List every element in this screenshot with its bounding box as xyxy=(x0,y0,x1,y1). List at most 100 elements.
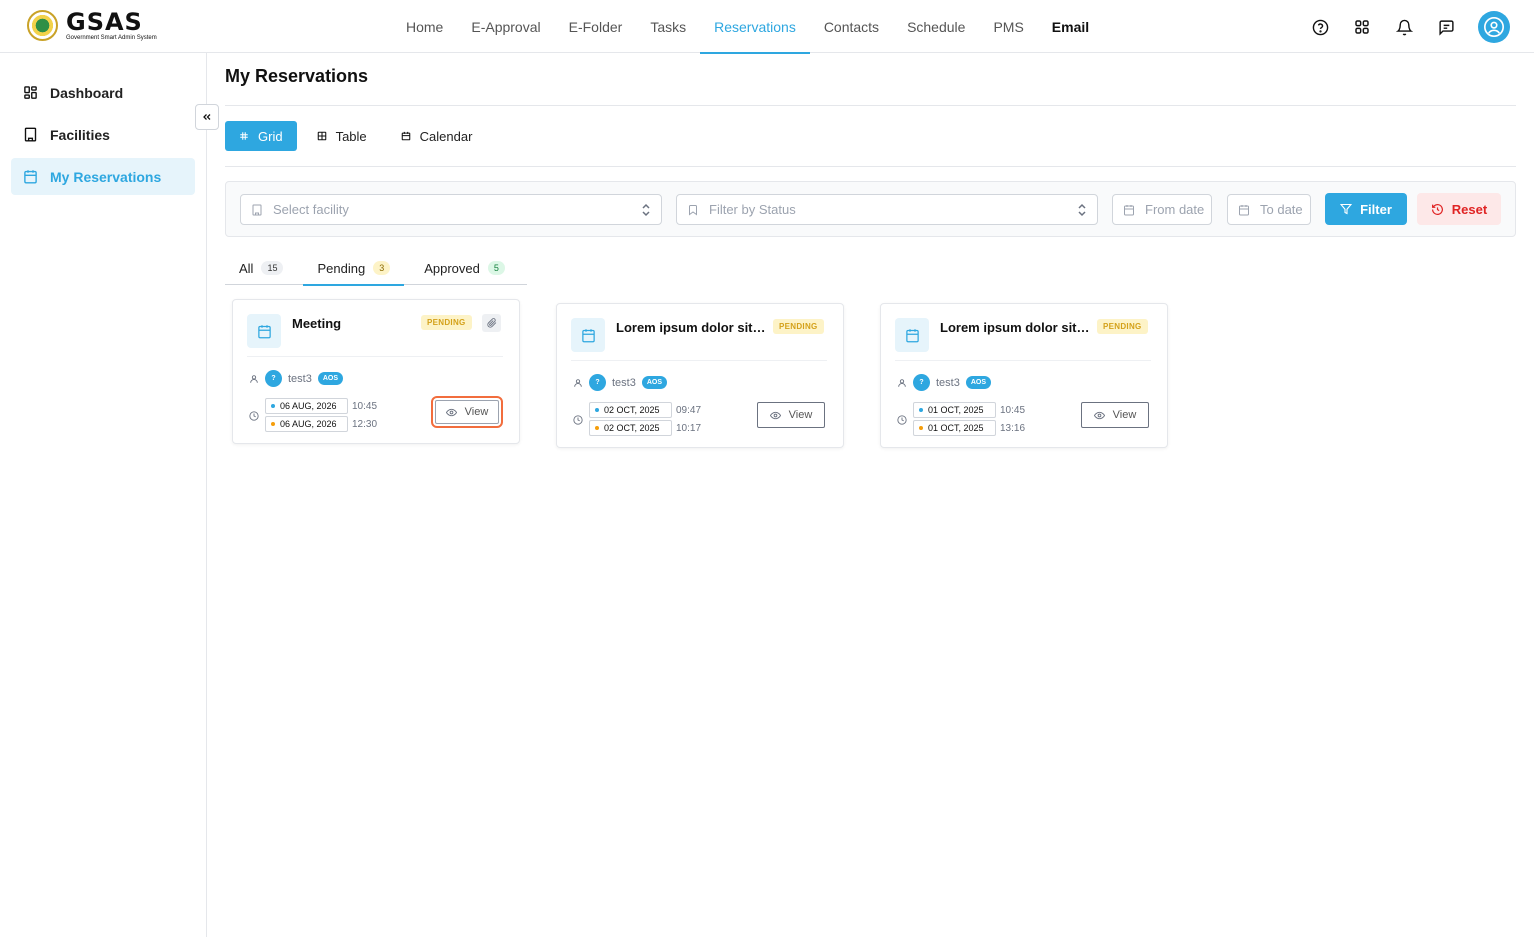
view-button[interactable]: View xyxy=(1081,402,1149,428)
tab-approved-label: Approved xyxy=(424,260,480,276)
calendar-icon xyxy=(24,170,37,184)
from-date-placeholder: From date xyxy=(1145,202,1205,217)
view-button[interactable]: View xyxy=(757,402,825,428)
calendar-icon xyxy=(247,314,281,348)
view-button-label: View xyxy=(1112,409,1137,421)
time-range: 02 OCT, 2025 09:47 02 OCT, 2025 10:17 xyxy=(573,402,701,438)
from-date-input[interactable]: From date xyxy=(1112,194,1212,225)
calendar-small-icon xyxy=(401,131,410,141)
eye-icon xyxy=(445,408,457,416)
status-tabs: All 15 Pending 3 Approved 5 xyxy=(225,251,527,286)
clock-icon xyxy=(573,415,583,425)
tab-all[interactable]: All 15 xyxy=(225,251,297,285)
calendar-icon xyxy=(1239,204,1249,215)
status-select-placeholder: Filter by Status xyxy=(709,202,796,217)
nav-tasks[interactable]: Tasks xyxy=(636,0,700,53)
status-badge: PENDING xyxy=(421,315,472,330)
count-badge: 5 xyxy=(487,261,505,275)
bookmark-icon xyxy=(689,204,697,215)
reset-icon xyxy=(1431,203,1443,215)
tab-pending-label: Pending xyxy=(317,260,366,276)
attachment-icon[interactable] xyxy=(482,314,501,332)
tab-approved[interactable]: Approved 5 xyxy=(410,251,519,285)
tab-grid-label: Grid xyxy=(258,128,283,144)
sidebar-item-dashboard[interactable]: Dashboard xyxy=(11,74,195,111)
eye-icon xyxy=(769,411,781,419)
sidebar-item-facilities[interactable]: Facilities xyxy=(11,116,195,153)
grid-icon xyxy=(240,132,248,140)
avatar: ? xyxy=(265,370,282,387)
reservation-card: Lorem ipsum dolor sit ... PENDING ? test… xyxy=(556,303,844,448)
to-date-input[interactable]: To date xyxy=(1227,194,1311,225)
table-icon xyxy=(317,131,326,141)
nav-email[interactable]: Email xyxy=(1038,0,1103,53)
reset-button[interactable]: Reset xyxy=(1417,193,1501,225)
end-date: 02 OCT, 2025 xyxy=(589,420,672,436)
user-icon xyxy=(574,378,582,387)
nav-e-approval[interactable]: E-Approval xyxy=(457,0,554,53)
view-button[interactable]: View xyxy=(431,396,503,428)
end-time: 10:17 xyxy=(676,422,702,434)
funnel-icon xyxy=(1340,203,1353,215)
facility-select[interactable]: Select facility xyxy=(240,194,662,225)
reservation-title: Lorem ipsum dolor sit ... xyxy=(940,320,1090,335)
chevrons-left-icon xyxy=(203,114,211,120)
eye-icon xyxy=(1093,411,1105,419)
requester-row: ? test3 AOS xyxy=(897,374,992,391)
status-select[interactable]: Filter by Status xyxy=(676,194,1098,225)
end-time: 12:30 xyxy=(352,418,378,430)
requester-name: test3 xyxy=(288,372,312,385)
sidebar-item-my-reservations[interactable]: My Reservations xyxy=(11,158,195,195)
to-date-placeholder: To date xyxy=(1260,202,1303,217)
tab-grid[interactable]: Grid xyxy=(225,121,297,151)
gsas-logo[interactable]: GSAS Government Smart Admin System xyxy=(27,10,157,41)
apps-grid-icon[interactable] xyxy=(1352,17,1372,37)
dashboard-icon xyxy=(24,86,37,99)
help-circle-icon[interactable] xyxy=(1310,17,1330,37)
requester-row: ? test3 AOS xyxy=(249,370,344,387)
tab-table[interactable]: Table xyxy=(303,121,381,151)
tab-pending[interactable]: Pending 3 xyxy=(303,251,404,286)
page-title: My Reservations xyxy=(225,66,369,86)
reservation-card: Meeting PENDING ? test3 AOS 06 AUG, 2026… xyxy=(232,299,520,444)
nav-e-folder[interactable]: E-Folder xyxy=(555,0,637,53)
nav-schedule[interactable]: Schedule xyxy=(893,0,979,53)
nav-reservations[interactable]: Reservations xyxy=(700,0,810,54)
message-icon[interactable] xyxy=(1436,17,1456,37)
user-icon xyxy=(250,374,258,383)
divider xyxy=(247,356,503,357)
tab-table-label: Table xyxy=(335,128,367,144)
sidebar-item-label: My Reservations xyxy=(50,168,162,185)
government-seal-icon xyxy=(27,10,58,41)
view-button-label: View xyxy=(464,406,489,418)
calendar-icon xyxy=(571,318,605,352)
sidebar: Dashboard Facilities My Reservations xyxy=(0,53,207,937)
divider xyxy=(571,360,827,361)
time-range: 01 OCT, 2025 10:45 01 OCT, 2025 13:16 xyxy=(897,402,1025,438)
start-time: 10:45 xyxy=(1000,404,1026,416)
avatar: ? xyxy=(589,374,606,391)
divider xyxy=(225,166,1516,167)
user-avatar-icon[interactable] xyxy=(1478,11,1510,43)
nav-pms[interactable]: PMS xyxy=(979,0,1037,53)
chevron-up-down-icon xyxy=(1078,203,1086,217)
nav-contacts[interactable]: Contacts xyxy=(810,0,893,53)
status-badge: PENDING xyxy=(773,319,824,334)
bell-icon[interactable] xyxy=(1394,17,1414,37)
start-date: 06 AUG, 2026 xyxy=(265,398,348,414)
requester-name: test3 xyxy=(612,376,636,389)
reservation-title: Meeting xyxy=(292,316,342,331)
org-badge: AOS xyxy=(641,376,668,389)
clock-icon xyxy=(249,411,259,421)
requester-name: test3 xyxy=(936,376,960,389)
time-range: 06 AUG, 2026 10:45 06 AUG, 2026 12:30 xyxy=(249,398,377,434)
main-nav: Home E-Approval E-Folder Tasks Reservati… xyxy=(392,0,1103,54)
filter-button[interactable]: Filter xyxy=(1325,193,1407,225)
tab-calendar[interactable]: Calendar xyxy=(387,121,487,151)
sidebar-item-label: Facilities xyxy=(50,126,110,143)
collapse-sidebar-button[interactable] xyxy=(195,104,219,130)
calendar-icon xyxy=(1124,204,1134,215)
building-icon xyxy=(252,204,262,215)
nav-home[interactable]: Home xyxy=(392,0,457,53)
building-icon xyxy=(24,127,37,142)
